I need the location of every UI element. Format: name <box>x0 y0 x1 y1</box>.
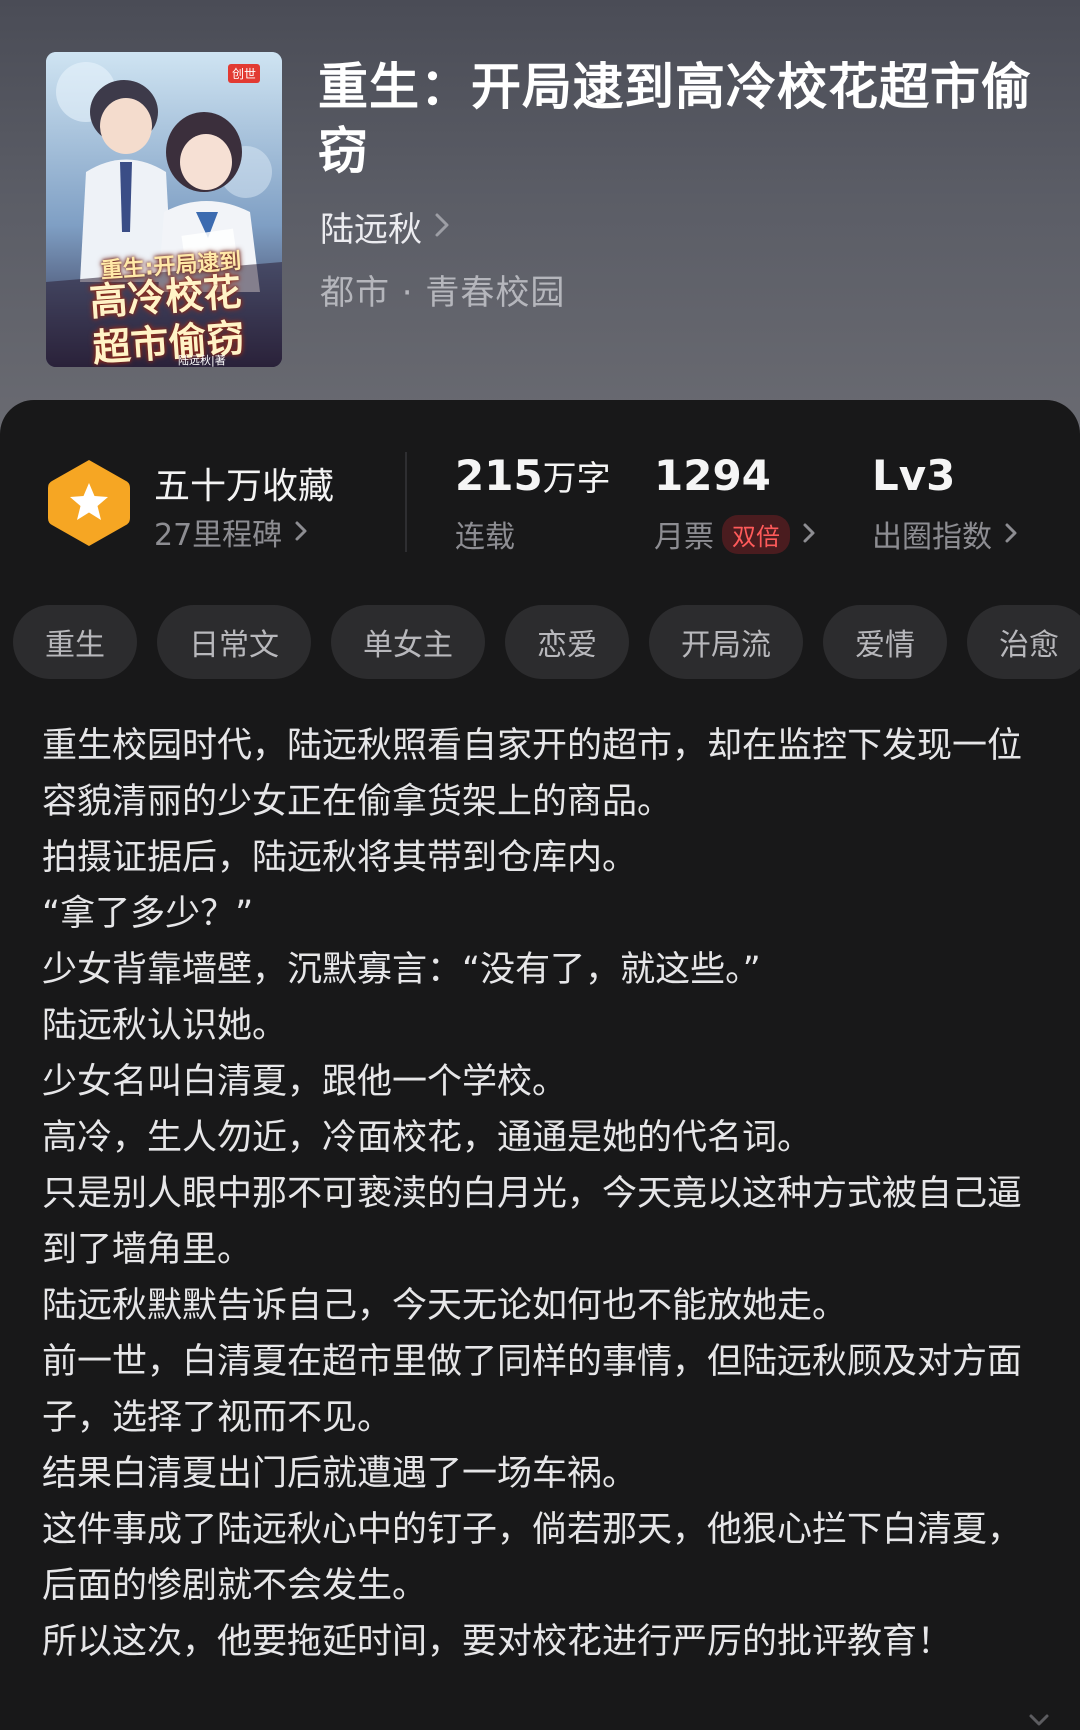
genre-text[interactable]: 都市 · 青春校园 <box>320 265 565 314</box>
milestone-link[interactable]: 27里程碑 <box>154 510 308 554</box>
milestone-count: 27里程碑 <box>154 518 283 553</box>
monthly-ticket-count: 1294 <box>654 451 771 500</box>
synopsis-paragraph: “拿了多少？” <box>42 894 254 934</box>
stats-divider <box>405 452 407 552</box>
chevron-right-icon <box>1004 517 1018 552</box>
author-link[interactable]: 陆远秋 <box>320 202 450 251</box>
book-title: 重生：开局逮到高冷校花超市偷窃 <box>318 57 1032 180</box>
book-cover[interactable]: 创世 重生:开局逮到 高冷校花 超市偷窃 陆远秋|著 <box>46 52 282 367</box>
tag-chip[interactable]: 开局流 <box>649 605 803 679</box>
synopsis-paragraph: 拍摄证据后，陆远秋将其带到仓库内。 <box>42 838 638 878</box>
chevron-right-icon <box>802 517 816 552</box>
synopsis-paragraph: 少女背靠墙壁，沉默寡言：“没有了，就这些。” <box>42 950 761 990</box>
cover-publisher-mark: 创世 <box>227 64 260 83</box>
chevron-down-icon[interactable] <box>1028 1712 1050 1730</box>
chevron-right-icon <box>434 207 450 247</box>
tag-chip[interactable]: 日常文 <box>157 605 311 679</box>
tag-list: 重生 日常文 单女主 恋爱 开局流 爱情 治愈 <box>13 605 1080 681</box>
synopsis-paragraph: 前一世，白清夏在超市里做了同样的事情，但陆远秋顾及对方面子，选择了视而不见。 <box>42 1342 1023 1438</box>
synopsis-paragraph: 重生校园时代，陆远秋照看自家开的超市，却在监控下发现一位容貌清丽的少女正在偷拿货… <box>42 726 1023 822</box>
chevron-right-icon <box>294 515 308 550</box>
influence-level: Lv3 <box>872 451 956 500</box>
synopsis-paragraph: 只是别人眼中那不可亵渎的白月光，今天竟以这种方式被自己逼到了墙角里。 <box>42 1174 1023 1270</box>
author-name: 陆远秋 <box>320 210 422 250</box>
cover-author: 陆远秋|著 <box>178 354 226 367</box>
tag-chip[interactable]: 单女主 <box>331 605 485 679</box>
star-hexagon-icon <box>46 456 132 554</box>
tag-chip[interactable]: 重生 <box>13 605 137 679</box>
tag-chip[interactable]: 爱情 <box>823 605 947 679</box>
book-detail-page: 创世 重生:开局逮到 高冷校花 超市偷窃 陆远秋|著 重生：开局逮到高冷校花超市… <box>0 0 1080 1730</box>
synopsis-paragraph: 这件事成了陆远秋心中的钉子，倘若那天，他狠心拦下白清夏，后面的惨剧就不会发生。 <box>42 1510 1023 1606</box>
influence-label: 出圈指数 <box>872 520 992 555</box>
monthly-ticket-label: 月票 <box>654 520 714 555</box>
synopsis-paragraph: 陆远秋默默告诉自己，今天无论如何也不能放她走。 <box>42 1286 848 1326</box>
double-badge: 双倍 <box>722 514 790 554</box>
serial-status: 连载 <box>455 520 515 555</box>
monthly-ticket-link[interactable]: 月票 双倍 <box>654 512 816 556</box>
synopsis[interactable]: 重生校园时代，陆远秋照看自家开的超市，却在监控下发现一位容貌清丽的少女正在偷拿货… <box>42 718 1042 1670</box>
tag-chip[interactable]: 恋爱 <box>505 605 629 679</box>
word-count-value: 215 <box>455 451 543 500</box>
tag-chip[interactable]: 治愈 <box>967 605 1080 679</box>
synopsis-paragraph: 少女名叫白清夏，跟他一个学校。 <box>42 1062 568 1102</box>
cover-title-main: 高冷校花 超市偷窃 <box>57 267 277 367</box>
word-count: 215万字 <box>455 451 611 500</box>
word-count-unit: 万字 <box>542 459 611 499</box>
synopsis-paragraph: 高冷，生人勿近，冷面校花，通通是她的代名词。 <box>42 1118 813 1158</box>
influence-link[interactable]: 出圈指数 <box>872 512 1018 556</box>
synopsis-paragraph: 结果白清夏出门后就遭遇了一场车祸。 <box>42 1454 638 1494</box>
synopsis-paragraph: 陆远秋认识她。 <box>42 1006 288 1046</box>
synopsis-paragraph: 所以这次，他要拖延时间，要对校花进行严厉的批评教育！ <box>42 1622 953 1662</box>
collect-milestone-title[interactable]: 五十万收藏 <box>154 457 334 509</box>
